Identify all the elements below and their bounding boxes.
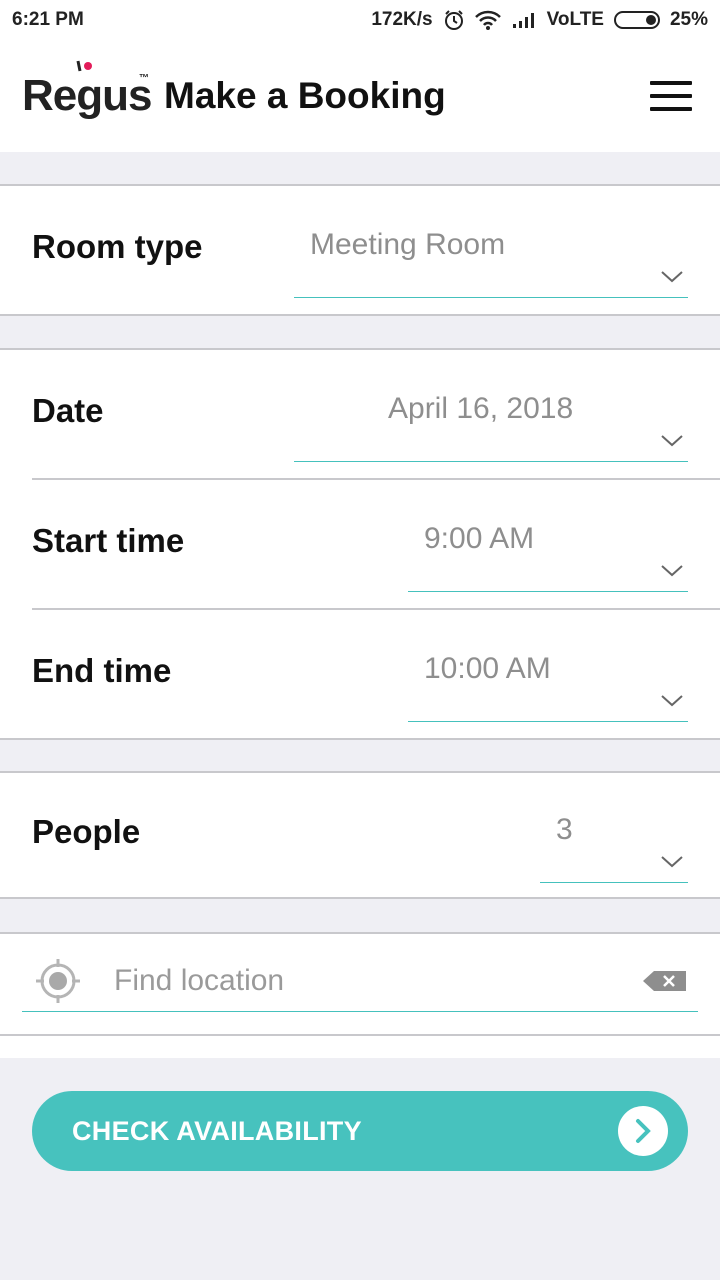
menu-bar: [650, 107, 692, 111]
status-time: 6:21 PM: [12, 9, 84, 30]
people-select[interactable]: 3: [540, 797, 688, 883]
chevron-down-icon: [661, 271, 683, 283]
signal-icon: [511, 11, 537, 29]
room-type-select[interactable]: Meeting Room: [294, 212, 688, 298]
location-card: [0, 932, 720, 1036]
chevron-down-icon: [661, 565, 683, 577]
start-time-select[interactable]: 9:00 AM: [408, 506, 688, 592]
check-availability-button[interactable]: CHECK AVAILABILITY: [32, 1091, 688, 1171]
end-time-select[interactable]: 10:00 AM: [408, 636, 688, 722]
location-field: [22, 950, 698, 1012]
end-time-value: 10:00 AM: [424, 652, 551, 685]
chevron-down-icon: [661, 856, 683, 868]
start-time-label: Start time: [32, 522, 185, 559]
spacer: [0, 1036, 720, 1058]
date-label: Date: [32, 392, 104, 429]
people-row: People 3: [0, 773, 720, 897]
people-value: 3: [556, 813, 573, 846]
status-bar: 6:21 PM 172K/s VoLTE 25%: [0, 0, 720, 40]
arrow-right-icon: [618, 1106, 668, 1156]
room-type-row: Room type Meeting Room: [0, 186, 720, 316]
check-availability-label: CHECK AVAILABILITY: [72, 1115, 362, 1146]
room-type-label: Room type: [32, 228, 203, 265]
find-location-input[interactable]: [114, 963, 642, 998]
people-card: People 3: [0, 771, 720, 899]
date-time-card: Date April 16, 2018 Start time 9:00 AM E…: [0, 348, 720, 740]
page-title: Make a Booking: [164, 75, 446, 116]
room-type-card: Room type Meeting Room: [0, 184, 720, 316]
date-row: Date April 16, 2018: [0, 350, 720, 480]
chevron-down-icon: [661, 435, 683, 447]
start-time-value: 9:00 AM: [424, 522, 535, 555]
trademark-symbol: ™: [139, 73, 149, 84]
network-speed: 172K/s: [371, 9, 433, 30]
status-icons: 172K/s VoLTE 25%: [371, 9, 708, 31]
logo-text: Regus: [22, 71, 152, 120]
chevron-down-icon: [661, 695, 683, 707]
start-time-row: Start time 9:00 AM: [0, 480, 720, 610]
regus-logo: Regus ™: [22, 60, 152, 121]
battery-level: 25%: [669, 9, 708, 30]
people-label: People: [32, 813, 141, 850]
date-value: April 16, 2018: [388, 392, 574, 425]
network-type: VoLTE: [546, 9, 604, 30]
end-time-label: End time: [32, 652, 172, 689]
room-type-value: Meeting Room: [310, 228, 506, 261]
clear-input-icon[interactable]: [642, 969, 688, 993]
hamburger-menu-button[interactable]: [650, 81, 692, 111]
menu-bar: [650, 81, 692, 85]
logo-mark-icon: [76, 60, 92, 72]
menu-bar: [650, 94, 692, 98]
app-header: Regus ™ Make a Booking: [0, 40, 720, 152]
locate-crosshair-icon[interactable]: [32, 955, 84, 1007]
battery-icon: [613, 11, 660, 29]
wifi-icon: [474, 10, 501, 30]
date-select[interactable]: April 16, 2018: [294, 376, 688, 462]
end-time-row: End time 10:00 AM: [0, 610, 720, 740]
alarm-icon: [443, 9, 465, 31]
